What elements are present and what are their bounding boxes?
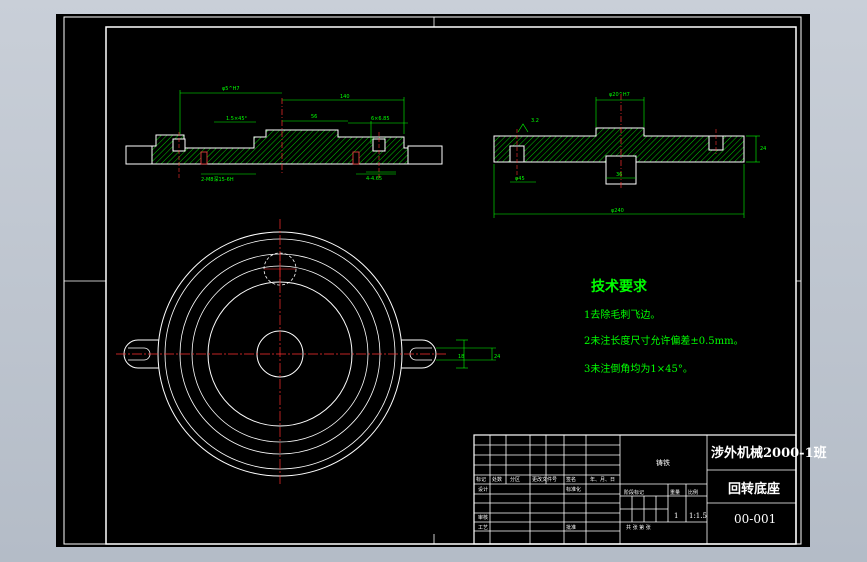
svg-text:24: 24	[760, 146, 766, 152]
plan-view: 18 24	[116, 219, 500, 484]
svg-text:2-M8深15-6H: 2-M8深15-6H	[201, 176, 234, 183]
svg-text:φ45: φ45	[515, 176, 525, 182]
drawing-number: 00-001	[734, 512, 777, 526]
quantity: 1	[674, 512, 679, 520]
svg-text:1.5×45°: 1.5×45°	[226, 116, 248, 122]
label-review: 审核	[478, 515, 489, 521]
svg-text:36: 36	[616, 172, 622, 178]
label-mark: 标记	[476, 477, 487, 483]
ratio-label: 比例	[688, 490, 699, 496]
cad-drawing: φ5^H7 1.5×45° 140 56 6×6.85 2-M8深15-6H 4…	[63, 16, 802, 545]
svg-text:6×6.85: 6×6.85	[371, 116, 390, 122]
weight-label: 重量	[670, 490, 681, 496]
tech-requirement-2: 2未注长度尺寸允许偏差±0.5mm。	[584, 336, 744, 347]
outer-frame	[63, 16, 802, 545]
label-signature: 签名	[566, 477, 577, 483]
label-count: 处数	[492, 477, 503, 483]
svg-text:24: 24	[494, 354, 500, 360]
side-section-view: φ20^H7 3.2 φ45 36 φ240 24	[493, 92, 766, 218]
school-class: 涉外机械2000-1班	[711, 446, 827, 461]
svg-text:φ5^H7: φ5^H7	[222, 86, 240, 92]
svg-text:φ240: φ240	[611, 208, 624, 214]
label-zone: 分区	[510, 477, 521, 483]
label-approve: 批准	[566, 525, 577, 531]
svg-text:4-4.65: 4-4.65	[366, 176, 382, 182]
stage-mark-label: 阶段标记	[624, 490, 645, 496]
tech-requirement-3: 3未注倒角均为1×45°。	[584, 364, 693, 375]
svg-text:140: 140	[340, 94, 350, 100]
svg-text:φ20^H7: φ20^H7	[609, 92, 630, 98]
tech-requirements-title: 技术要求	[591, 279, 647, 295]
scale: 1:1.5	[689, 512, 707, 520]
inner-frame	[105, 26, 797, 545]
zone-marks	[64, 17, 801, 544]
tech-requirement-1: 1去除毛刺飞边。	[584, 310, 661, 321]
label-design: 设计	[478, 487, 489, 493]
label-process: 工艺	[478, 525, 489, 531]
svg-text:56: 56	[311, 114, 317, 120]
front-section-view: φ5^H7 1.5×45° 140 56 6×6.85 2-M8深15-6H 4…	[125, 86, 443, 183]
svg-text:18: 18	[458, 354, 464, 360]
label-date: 年、月、日	[590, 477, 616, 483]
drawing-sheet: φ5^H7 1.5×45° 140 56 6×6.85 2-M8深15-6H 4…	[56, 14, 827, 547]
part-name: 回转底座	[728, 482, 781, 497]
sheets-label: 共 张 第 张	[626, 525, 651, 531]
material: 铸铁	[656, 459, 670, 467]
label-standardize: 标准化	[566, 487, 582, 493]
svg-text:3.2: 3.2	[531, 118, 539, 124]
label-change-doc: 更改文件号	[532, 477, 558, 483]
